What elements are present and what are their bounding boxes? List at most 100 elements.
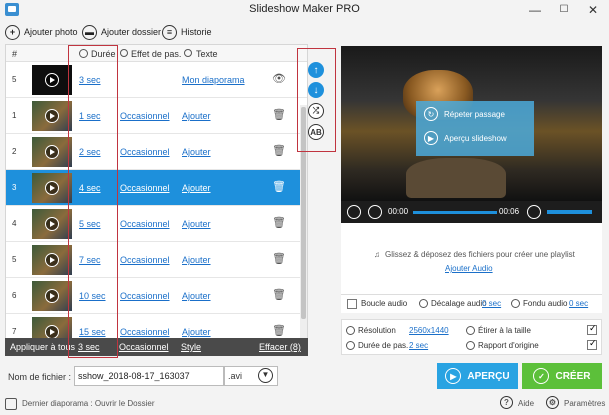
shuffle-icon[interactable]: ⤮	[308, 103, 324, 119]
text-link[interactable]: Ajouter	[182, 219, 211, 229]
last-slideshow-link[interactable]: Dernier diaporama : Ouvrir le Dossier	[22, 399, 155, 408]
trash-icon[interactable]: 🗑	[272, 324, 286, 338]
text-link[interactable]: Ajouter	[182, 291, 211, 301]
play-icon[interactable]	[45, 109, 59, 123]
loop-audio-checkbox[interactable]	[347, 299, 357, 309]
effect-link[interactable]: Occasionnel	[120, 183, 170, 193]
fade-audio-link[interactable]: 0 sec	[569, 299, 588, 308]
effect-link[interactable]: Occasionnel	[120, 291, 170, 301]
list-item-selected[interactable]: 3 4 sec Occasionnel Ajouter 🗑	[6, 170, 307, 206]
chevron-down-icon[interactable]: ▼	[258, 368, 273, 383]
slide-thumbnail[interactable]	[32, 101, 72, 131]
play-icon[interactable]	[347, 205, 361, 219]
list-icon: ≡	[162, 24, 177, 40]
effect-link[interactable]: Occasionnel	[120, 219, 170, 229]
play-icon[interactable]	[45, 145, 59, 159]
list-item[interactable]: 5 7 sec Occasionnel Ajouter 🗑	[6, 242, 307, 278]
stretch-checkbox[interactable]	[587, 325, 597, 335]
settings-label[interactable]: Paramètres	[564, 399, 605, 408]
footer-style-link[interactable]: Style	[181, 342, 201, 352]
play-icon[interactable]	[45, 325, 59, 339]
slide-thumbnail[interactable]	[32, 209, 72, 239]
clock-icon	[511, 299, 520, 308]
list-item[interactable]: 5 3 sec Mon diaporama 👁	[6, 62, 307, 98]
text-link[interactable]: Ajouter	[182, 111, 211, 121]
text-link[interactable]: Ajouter	[182, 183, 211, 193]
filename-label: Nom de fichier :	[8, 372, 72, 382]
ratio-checkbox[interactable]	[587, 340, 597, 350]
help-icon[interactable]: ?	[500, 396, 513, 409]
preview-slideshow-button[interactable]: ▶ Aperçu slideshow	[424, 131, 507, 145]
history-button[interactable]: ≡ Historie	[162, 22, 212, 42]
text-link[interactable]: Mon diaporama	[182, 75, 245, 85]
header-effect[interactable]: Effet de pas.	[131, 49, 181, 59]
preview-area[interactable]: ↻ Répeter passage ▶ Aperçu slideshow	[341, 46, 602, 201]
close-button[interactable]: ✕	[579, 0, 607, 20]
trash-icon[interactable]: 🗑	[272, 216, 286, 230]
play-icon[interactable]	[45, 181, 59, 195]
minimize-button[interactable]: —	[521, 0, 549, 20]
list-header: # Durée Effet de pas. Texte	[6, 45, 307, 62]
resolution-link[interactable]: 2560x1440	[409, 326, 449, 335]
play-icon[interactable]	[45, 253, 59, 267]
step-duration-link[interactable]: 2 sec	[409, 341, 428, 350]
text-link[interactable]: Ajouter	[182, 255, 211, 265]
list-item[interactable]: 2 2 sec Occasionnel Ajouter 🗑	[6, 134, 307, 170]
slide-thumbnail[interactable]	[32, 137, 72, 167]
sort-ab-icon[interactable]: AB	[308, 124, 324, 140]
trash-icon[interactable]: 🗑	[272, 252, 286, 266]
preview-slideshow-label: Aperçu slideshow	[444, 133, 507, 143]
plus-icon: +	[5, 24, 20, 40]
effect-link[interactable]: Occasionnel	[120, 327, 170, 337]
play-icon[interactable]	[45, 289, 59, 303]
trash-icon[interactable]: 🗑	[272, 144, 286, 158]
slide-thumbnail[interactable]	[32, 281, 72, 311]
text-link[interactable]: Ajouter	[182, 327, 211, 337]
trash-icon[interactable]: 🗑	[272, 108, 286, 122]
preview-button[interactable]: ▶ APERÇU	[437, 363, 518, 389]
help-label[interactable]: Aide	[518, 399, 534, 408]
add-folder-button[interactable]: ▬ Ajouter dossier	[82, 22, 161, 42]
play-icon[interactable]	[45, 73, 59, 87]
eye-icon[interactable]: 👁	[272, 72, 286, 86]
list-item[interactable]: 1 1 sec Occasionnel Ajouter 🗑	[6, 98, 307, 134]
clear-all-link[interactable]: Effacer (8)	[259, 342, 301, 352]
list-item[interactable]: 4 5 sec Occasionnel Ajouter 🗑	[6, 206, 307, 242]
audio-offset-link[interactable]: 0 sec	[482, 299, 501, 308]
music-note-icon: ♫	[374, 250, 380, 259]
maximize-button[interactable]: ☐	[550, 0, 578, 20]
volume-icon[interactable]	[527, 205, 541, 219]
list-item[interactable]: 6 10 sec Occasionnel Ajouter 🗑	[6, 278, 307, 314]
effect-icon	[120, 49, 128, 57]
filename-input[interactable]: sshow_2018-08-17_163037	[74, 366, 224, 386]
effect-link[interactable]: Occasionnel	[120, 111, 170, 121]
slide-thumbnail[interactable]	[32, 173, 72, 203]
move-down-icon[interactable]: ↓	[308, 82, 324, 98]
slide-thumbnail[interactable]	[32, 65, 72, 95]
repeat-button[interactable]: ↻ Répeter passage	[424, 107, 505, 121]
loop-audio-label: Boucle audio	[361, 299, 408, 308]
play-icon[interactable]	[45, 217, 59, 231]
stop-icon[interactable]	[368, 205, 382, 219]
effect-link[interactable]: Occasionnel	[120, 147, 170, 157]
create-button[interactable]: ✓ CRÉER	[522, 363, 602, 389]
clock-icon	[419, 299, 428, 308]
trash-icon[interactable]: 🗑	[272, 288, 286, 302]
player-controls: 00:00 00:06	[341, 201, 602, 223]
trash-icon[interactable]: 🗑	[272, 180, 286, 194]
folder-icon	[5, 398, 17, 410]
text-link[interactable]: Ajouter	[182, 147, 211, 157]
audio-dropzone[interactable]: ♫ Glissez & déposez des fichiers pour cr…	[341, 223, 602, 295]
effect-link[interactable]: Occasionnel	[120, 255, 170, 265]
add-audio-link[interactable]: Ajouter Audio	[445, 264, 493, 273]
add-photo-button[interactable]: + Ajouter photo	[5, 22, 78, 42]
total-time: 00:06	[499, 207, 520, 216]
move-up-icon[interactable]: ↑	[308, 62, 324, 78]
footer-effect-link[interactable]: Occasionnel	[119, 342, 169, 352]
add-photo-label: Ajouter photo	[24, 27, 78, 37]
volume-slider[interactable]	[547, 210, 592, 214]
slide-thumbnail[interactable]	[32, 245, 72, 275]
gear-icon[interactable]: ⚙	[546, 396, 559, 409]
header-text[interactable]: Texte	[196, 49, 218, 59]
progress-bar[interactable]	[413, 211, 497, 214]
